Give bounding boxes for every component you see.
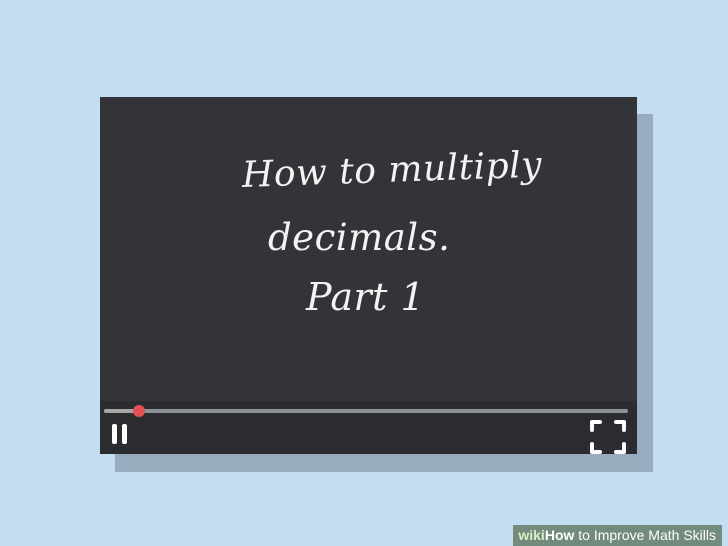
pause-button[interactable] [109,423,133,445]
fullscreen-button[interactable] [589,419,627,454]
video-player[interactable]: How to multiply decimals. Part 1 [100,97,637,454]
progress-bar[interactable] [104,405,628,417]
wikihow-watermark: wikiHow to Improve Math Skills [513,525,722,546]
progress-thumb[interactable] [133,405,146,417]
pause-icon [112,424,127,444]
video-title-line-2: decimals. [268,216,451,259]
video-title-line-3: Part 1 [306,275,426,319]
watermark-how: How [544,527,575,543]
watermark-brand: wiki [518,527,545,543]
fullscreen-icon [590,420,626,454]
watermark-title: to Improve Math Skills [574,527,716,543]
player-controls [100,401,637,454]
video-title-line-1: How to multiply [241,144,543,196]
